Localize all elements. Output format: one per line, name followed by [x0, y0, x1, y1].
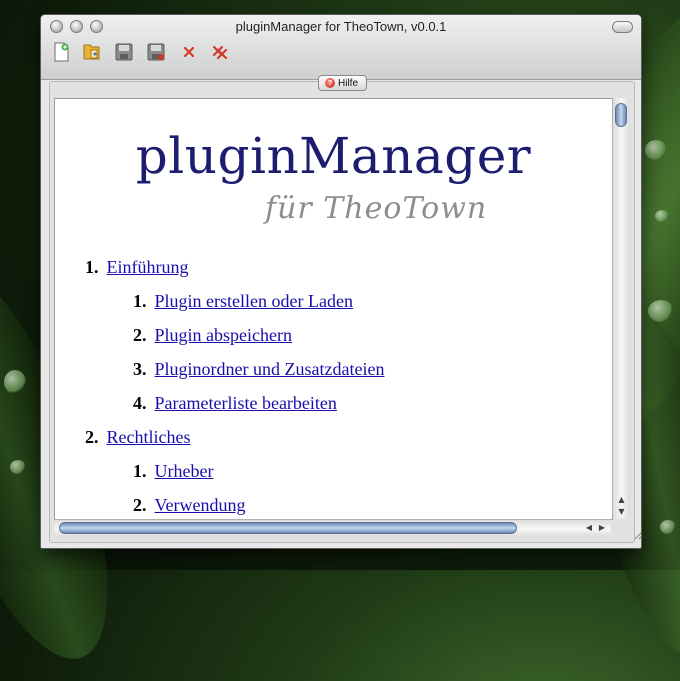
toc-link[interactable]: Einführung	[107, 257, 189, 277]
toc-number: 2.	[133, 325, 147, 345]
toc-link[interactable]: Parameterliste bearbeiten	[155, 393, 337, 413]
water-drop	[660, 520, 676, 534]
scroll-up-arrow-icon[interactable]: ▲	[615, 494, 628, 506]
toc-item-author: 1. Urheber	[133, 461, 213, 482]
content-panel: ? Hilfe pluginManager für TheoTown 1. Ein…	[49, 75, 641, 543]
scroll-down-arrow-icon[interactable]: ▼	[615, 506, 628, 518]
toolbar-toggle-button[interactable]	[612, 21, 633, 33]
horizontal-scrollbar[interactable]: ◀ ▶	[54, 519, 611, 537]
scroll-right-arrow-icon[interactable]: ▶	[596, 522, 608, 534]
open-folder-icon	[82, 42, 102, 66]
toc-item-create-plugin: 1. Plugin erstellen oder Laden	[133, 291, 353, 312]
toc-item-save-plugin: 2. Plugin abspeichern	[133, 325, 292, 346]
save-icon	[114, 42, 134, 66]
water-drop	[4, 370, 26, 394]
toc-link[interactable]: Rechtliches	[107, 427, 191, 447]
help-button[interactable]: ? Hilfe	[318, 75, 368, 91]
help-icon: ?	[325, 78, 335, 88]
toc-link[interactable]: Verwendung	[155, 495, 246, 515]
save-as-icon	[146, 42, 166, 66]
toc-item-plugin-folder: 3. Pluginordner und Zusatzdateien	[133, 359, 384, 380]
water-drop	[655, 210, 669, 222]
toc-number: 1.	[133, 291, 147, 311]
new-file-button[interactable]	[50, 42, 72, 66]
toc-item-usage: 2. Verwendung	[133, 495, 245, 516]
toc-link[interactable]: Plugin abspeichern	[155, 325, 292, 345]
toc-number: 4.	[133, 393, 147, 413]
scroll-left-arrow-icon[interactable]: ◀	[583, 522, 595, 534]
toc-number: 2.	[133, 495, 147, 515]
toc-item-legal: 2. Rechtliches	[85, 427, 190, 448]
close-button[interactable]	[178, 43, 200, 65]
toc-number: 3.	[133, 359, 147, 379]
new-file-icon	[51, 42, 71, 66]
toc-item-parameter-list: 4. Parameterliste bearbeiten	[133, 393, 337, 414]
close-all-icon	[210, 42, 230, 66]
resize-grip-icon[interactable]	[632, 526, 642, 540]
toc-link[interactable]: Urheber	[155, 461, 214, 481]
app-window: pluginManager for TheoTown, v0.0.1 ? Hil…	[40, 14, 642, 549]
close-icon	[179, 42, 199, 66]
close-all-button[interactable]	[209, 43, 231, 65]
save-button[interactable]	[113, 43, 135, 65]
toc-number: 2.	[85, 427, 99, 447]
help-button-label: Hilfe	[338, 77, 359, 89]
window-title: pluginManager for TheoTown, v0.0.1	[235, 19, 447, 34]
toc-number: 1.	[133, 461, 147, 481]
logo-title: pluginManager	[135, 127, 532, 185]
toc-link[interactable]: Plugin erstellen oder Laden	[155, 291, 353, 311]
toc-link[interactable]: Pluginordner und Zusatzdateien	[155, 359, 385, 379]
toc-item-introduction: 1. Einführung	[85, 257, 188, 278]
horizontal-scroll-thumb[interactable]	[59, 522, 517, 534]
title-bar: pluginManager for TheoTown, v0.0.1	[41, 15, 641, 80]
vertical-scrollbar[interactable]: ▲ ▼	[612, 98, 630, 518]
open-button[interactable]	[81, 43, 103, 65]
vertical-scroll-thumb[interactable]	[615, 103, 627, 127]
water-drop	[645, 140, 667, 160]
help-document: pluginManager für TheoTown 1. Einführung …	[54, 98, 613, 520]
logo-subtitle: für TheoTown	[265, 191, 488, 226]
water-drop	[10, 460, 26, 474]
water-drop	[648, 300, 674, 322]
save-as-button[interactable]	[145, 43, 167, 65]
toc-number: 1.	[85, 257, 99, 277]
